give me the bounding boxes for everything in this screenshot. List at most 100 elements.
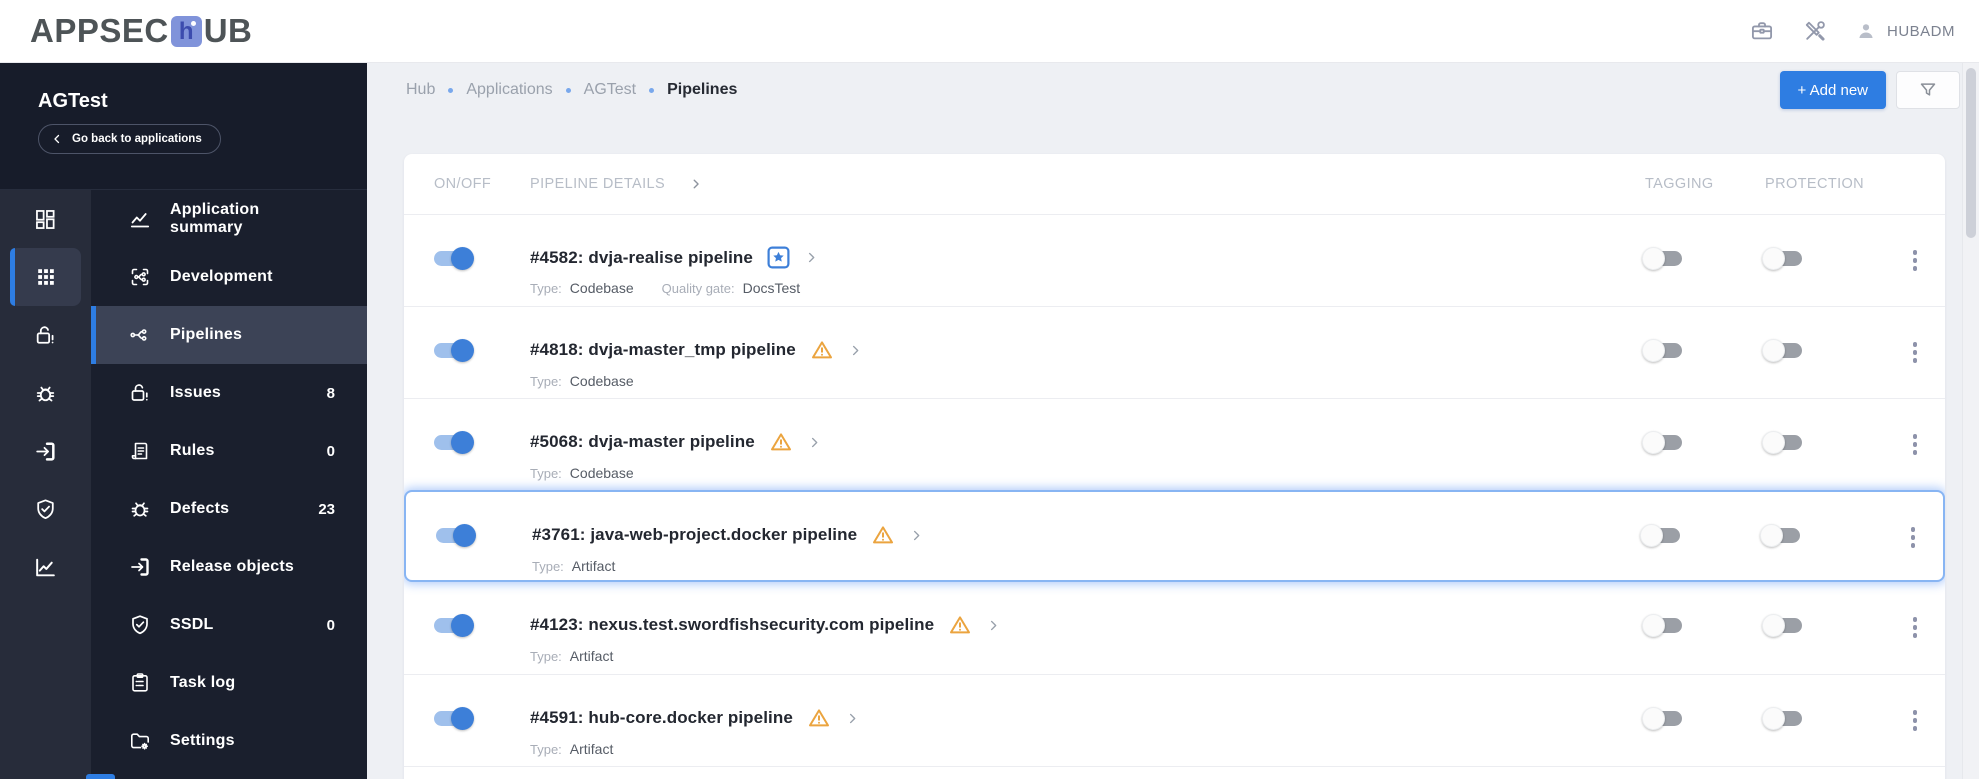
expand-details-chevron-icon[interactable] — [689, 177, 703, 191]
pipeline-row[interactable]: #4123: nexus.test.swordfishsecurity.com … — [404, 582, 1945, 674]
sidebar-item-defects[interactable]: Defects 23 — [91, 480, 367, 538]
appsechub-logo[interactable]: APPSEC h UB — [30, 12, 252, 50]
pipeline-row-highlighted[interactable]: #3761: java-web-project.docker pipeline … — [404, 490, 1945, 582]
row-kebab-menu-icon[interactable] — [1905, 340, 1925, 365]
sidebar-item-issues[interactable]: Issues 8 — [91, 364, 367, 422]
sidebar-item-application-summary[interactable]: Application summary — [91, 190, 367, 248]
pipeline-row[interactable]: #4591: hub-core.docker pipeline Type: Ar — [404, 674, 1945, 766]
topbar: APPSEC h UB HUBADM — [0, 0, 1979, 63]
rail-item-release-objects[interactable] — [10, 422, 81, 480]
defects-bug-icon — [33, 381, 58, 406]
pipeline-on-off-toggle[interactable] — [434, 707, 474, 730]
logo-text-right: UB — [203, 12, 253, 49]
tagging-toggle[interactable] — [1642, 339, 1682, 362]
admin-tools-icon[interactable] — [1802, 18, 1828, 44]
tagging-toggle[interactable] — [1642, 707, 1682, 730]
sidebar-item-settings[interactable]: Settings — [91, 712, 367, 770]
protection-toggle[interactable] — [1762, 431, 1802, 454]
sidebar-item-badge: 8 — [326, 384, 335, 402]
sidebar-body: Application summary Development Pipeline… — [0, 189, 367, 779]
pipeline-title: #5068: dvja-master pipeline — [530, 432, 755, 451]
logo-text-left: APPSEC — [30, 12, 169, 49]
row-kebab-menu-icon[interactable] — [1905, 708, 1925, 733]
open-pipeline-chevron-icon[interactable] — [845, 711, 860, 726]
open-pipeline-chevron-icon[interactable] — [804, 250, 819, 265]
rail-item-ssdl[interactable] — [10, 480, 81, 538]
pipeline-title: #4591: hub-core.docker pipeline — [530, 708, 793, 727]
filter-button[interactable] — [1896, 71, 1960, 109]
task-log-icon — [128, 671, 152, 695]
type-label: Type: — [530, 649, 562, 664]
chart-line-icon — [128, 207, 152, 231]
pipeline-row[interactable]: #5068: dvja-master pipeline Type: Codeba — [404, 398, 1945, 490]
briefcase-icon[interactable] — [1749, 18, 1775, 44]
pipeline-on-off-toggle[interactable] — [434, 614, 474, 637]
username: HUBADM — [1886, 22, 1955, 40]
chevron-left-icon — [51, 133, 63, 145]
pipeline-on-off-toggle[interactable] — [434, 339, 474, 362]
row-kebab-menu-icon[interactable] — [1905, 615, 1925, 640]
logo-h-mark-icon: h — [170, 15, 202, 47]
appsechub-pipelines-page: APPSEC h UB HUBADM AGTest Go back to app… — [0, 0, 1979, 779]
pipeline-on-off-toggle[interactable] — [434, 247, 474, 270]
sidebar-item-task-log[interactable]: Task log — [91, 654, 367, 712]
user-menu[interactable]: HUBADM — [1855, 20, 1955, 42]
sidebar-item-pipelines[interactable]: Pipelines — [91, 306, 367, 364]
column-header-protection: PROTECTION — [1765, 176, 1865, 192]
issues-lock-icon — [33, 323, 58, 348]
ssdl-shield-icon — [128, 613, 152, 637]
protection-toggle[interactable] — [1762, 707, 1802, 730]
warning-icon — [871, 523, 895, 547]
tagging-toggle[interactable] — [1640, 524, 1680, 547]
dashboard-icon — [33, 207, 58, 232]
open-pipeline-chevron-icon[interactable] — [848, 343, 863, 358]
sidebar-item-ssdl[interactable]: SSDL 0 — [91, 596, 367, 654]
tagging-toggle[interactable] — [1642, 247, 1682, 270]
sidebar-item-development[interactable]: Development — [91, 248, 367, 306]
pipeline-title: #4582: dvja-realise pipeline — [530, 247, 753, 267]
sidebar-scrollbar-thumb[interactable] — [86, 774, 115, 779]
pipeline-title: #4123: nexus.test.swordfishsecurity.com … — [530, 615, 935, 634]
page-scrollbar-thumb[interactable] — [1966, 68, 1976, 238]
rail-item-statistics[interactable] — [10, 538, 81, 596]
protection-toggle[interactable] — [1762, 247, 1802, 270]
open-pipeline-chevron-icon[interactable] — [909, 528, 924, 543]
rail-item-issues[interactable] — [10, 306, 81, 364]
icon-rail — [0, 190, 91, 779]
row-kebab-menu-icon[interactable] — [1905, 432, 1925, 457]
row-kebab-menu-icon[interactable] — [1903, 525, 1923, 550]
type-value: Codebase — [569, 373, 634, 389]
rail-item-applications[interactable] — [10, 248, 81, 306]
breadcrumb-hub[interactable]: Hub — [406, 81, 435, 99]
breadcrumb-separator-dot — [649, 87, 655, 93]
user-icon — [1855, 20, 1877, 42]
rules-scroll-icon — [128, 439, 152, 463]
row-kebab-menu-icon[interactable] — [1905, 248, 1925, 273]
table-bottom-divider — [404, 766, 1945, 779]
sidebar-item-release-objects[interactable]: Release objects — [91, 538, 367, 596]
open-pipeline-chevron-icon[interactable] — [807, 435, 822, 450]
protection-toggle[interactable] — [1762, 339, 1802, 362]
go-back-to-applications-button[interactable]: Go back to applications — [38, 124, 221, 154]
sidebar-item-rules[interactable]: Rules 0 — [91, 422, 367, 480]
pipeline-on-off-toggle[interactable] — [436, 524, 476, 547]
filter-funnel-icon — [1918, 80, 1938, 100]
breadcrumb-applications[interactable]: Applications — [466, 81, 552, 99]
pipeline-on-off-toggle[interactable] — [434, 431, 474, 454]
open-pipeline-chevron-icon[interactable] — [986, 618, 1001, 633]
add-new-button[interactable]: + Add new — [1779, 71, 1886, 109]
tagging-toggle[interactable] — [1642, 431, 1682, 454]
sidebar-header: AGTest Go back to applications — [0, 63, 367, 189]
type-label: Type: — [530, 742, 562, 757]
protection-toggle[interactable] — [1760, 524, 1800, 547]
main-header: Hub Applications AGTest Pipelines + Add … — [406, 70, 1960, 110]
tagging-toggle[interactable] — [1642, 614, 1682, 637]
breadcrumb-agtest[interactable]: AGTest — [584, 81, 636, 99]
pipeline-row[interactable]: #4582: dvja-realise pipeline Type: Codeb… — [404, 214, 1945, 306]
development-icon — [128, 265, 152, 289]
featured-star-icon — [767, 246, 790, 269]
protection-toggle[interactable] — [1762, 614, 1802, 637]
pipeline-row[interactable]: #4818: dvja-master_tmp pipeline Type: Co — [404, 306, 1945, 398]
rail-item-dashboard[interactable] — [10, 190, 81, 248]
rail-item-defects[interactable] — [10, 364, 81, 422]
